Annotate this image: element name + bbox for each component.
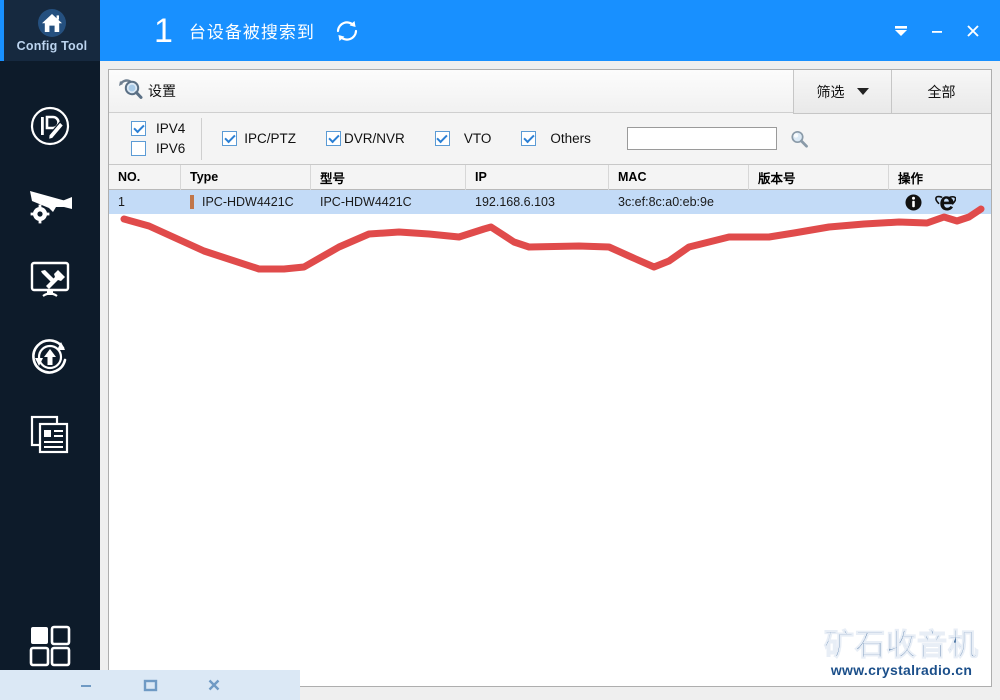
documents-icon [27, 413, 73, 455]
home-icon [37, 8, 67, 38]
background-window-titlebar [0, 670, 300, 700]
watermark: 矿石收音机 www.crystalradio.cn [824, 628, 979, 678]
bg-minimize-button[interactable] [76, 676, 96, 694]
checkbox-ipv6[interactable]: IPV6 [131, 141, 185, 156]
chevron-down-icon [856, 88, 869, 95]
cell-actions [889, 190, 992, 215]
bg-close-button[interactable] [204, 676, 224, 694]
sidebar-nav [0, 87, 100, 472]
tab-filter-label: 筛选 [816, 83, 845, 100]
device-count: 1 [154, 11, 173, 50]
settings-label: 设置 [148, 83, 176, 99]
checkbox-ipc-ptz[interactable]: IPC/PTZ [222, 131, 296, 146]
cell-ip: 192.168.6.103 [475, 195, 555, 209]
device-type-group: IPC/PTZ DVR/NVR VTO Others [222, 131, 621, 146]
bg-maximize-button[interactable] [140, 676, 160, 694]
checkbox-ipv6-box[interactable] [131, 141, 146, 156]
tab-all[interactable]: 全部 [891, 70, 991, 114]
ie-browser-icon[interactable] [935, 193, 956, 212]
sidebar-item-device-config[interactable] [0, 164, 100, 241]
checkbox-others-label: Others [550, 131, 591, 146]
column-header-version[interactable]: 版本号 [749, 164, 889, 190]
upgrade-icon [27, 334, 73, 380]
filter-bar: IPV4 IPV6 IPC/PTZ DVR/NVR VTO Others [109, 113, 991, 165]
column-header-action[interactable]: 操作 [889, 165, 992, 190]
refresh-icon[interactable] [333, 17, 361, 45]
sidebar-logo-label: Config Tool [16, 39, 88, 53]
panel-tabs: 筛选 全部 [793, 70, 991, 114]
checkbox-ipc-ptz-label: IPC/PTZ [244, 131, 297, 146]
cell-model: IPC-HDW4421C [320, 195, 412, 209]
cell-type: IPC-HDW4421C [181, 190, 311, 215]
main-area: 设置 筛选 全部 IPV4 IPV6 IPC/PTZ DVR/NVR VTO O… [100, 61, 1000, 700]
watermark-cn: 矿石收音机 [824, 628, 979, 662]
cell-type-label: IPC-HDW4421C [202, 195, 294, 209]
checkbox-vto-label: VTO [463, 131, 492, 146]
tab-filter[interactable]: 筛选 [793, 70, 891, 114]
cell-mac: 3c:ef:8c:a0:eb:9e [618, 195, 714, 209]
column-header-type[interactable]: Type [181, 164, 311, 190]
sidebar-item-system-maintain[interactable] [0, 241, 100, 318]
cell-version [749, 190, 889, 215]
sidebar-item-upgrade[interactable] [0, 318, 100, 395]
checkbox-dvr-nvr-label: DVR/NVR [344, 131, 405, 146]
checkbox-dvr-nvr[interactable]: DVR/NVR [326, 131, 405, 146]
minimize-button[interactable] [922, 18, 952, 44]
window-controls [886, 18, 1000, 44]
settings-bar: 设置 筛选 全部 [109, 70, 991, 114]
tab-all-label: 全部 [927, 83, 956, 100]
search-settings-icon [118, 77, 144, 106]
monitor-tools-icon [27, 258, 73, 302]
table-body-empty: 矿石收音机 www.crystalradio.cn [109, 205, 991, 686]
checkbox-vto[interactable]: VTO [434, 131, 492, 146]
column-header-no[interactable]: NO. [109, 164, 181, 190]
search-input[interactable] [626, 127, 777, 150]
sidebar-item-ip-modify[interactable] [0, 87, 100, 164]
checkbox-ipv4[interactable]: IPV4 [131, 121, 185, 136]
checkbox-vto-box[interactable] [434, 131, 450, 146]
search-area [626, 127, 809, 150]
column-header-model[interactable]: 型号 [311, 164, 466, 190]
device-panel: 设置 筛选 全部 IPV4 IPV6 IPC/PTZ DVR/NVR VTO O… [108, 69, 992, 687]
checkbox-ipc-ptz-box[interactable] [222, 131, 238, 146]
type-color-marker [190, 195, 194, 209]
checkbox-others-box[interactable] [521, 131, 537, 146]
magnifier-icon[interactable] [789, 129, 809, 149]
ip-version-group: IPV4 IPV6 [131, 117, 203, 160]
checkbox-dvr-nvr-box[interactable] [326, 131, 342, 146]
settings-button[interactable]: 设置 [109, 70, 176, 112]
grid-apps-icon [27, 623, 73, 674]
checkbox-ipv6-label: IPV6 [156, 141, 186, 156]
checkbox-ipv4-label: IPV4 [156, 121, 186, 136]
column-header-mac[interactable]: MAC [609, 164, 749, 190]
checkbox-ipv4-box[interactable] [131, 121, 146, 136]
info-icon[interactable] [905, 194, 922, 211]
camera-config-icon [26, 181, 74, 225]
sidebar: Config Tool [0, 0, 100, 700]
checkbox-others[interactable]: Others [521, 131, 591, 146]
close-button[interactable] [958, 18, 988, 44]
device-count-label: 台设备被搜索到 [188, 23, 315, 42]
dropdown-button[interactable] [886, 18, 916, 44]
cell-no: 1 [118, 195, 125, 209]
sidebar-logo-config-tool[interactable]: Config Tool [0, 0, 100, 61]
config-tool-window: Config Tool 1 台设备被搜索到 设置 筛选 全部 IPV4 IPV6… [0, 0, 1000, 700]
sidebar-item-config-files[interactable] [0, 395, 100, 472]
watermark-url: www.crystalradio.cn [830, 662, 973, 678]
ip-modify-icon [27, 103, 73, 149]
sidebar-item-apps[interactable] [0, 623, 100, 674]
title-bar: 1 台设备被搜索到 [100, 0, 1000, 61]
table-header: NO. Type 型号 IP MAC 版本号 操作 [109, 164, 992, 190]
table-row[interactable]: 1 IPC-HDW4421C IPC-HDW4421C 192.168.6.10… [109, 190, 991, 215]
red-handdrawn-line [120, 205, 985, 273]
column-header-ip[interactable]: IP [466, 164, 609, 190]
